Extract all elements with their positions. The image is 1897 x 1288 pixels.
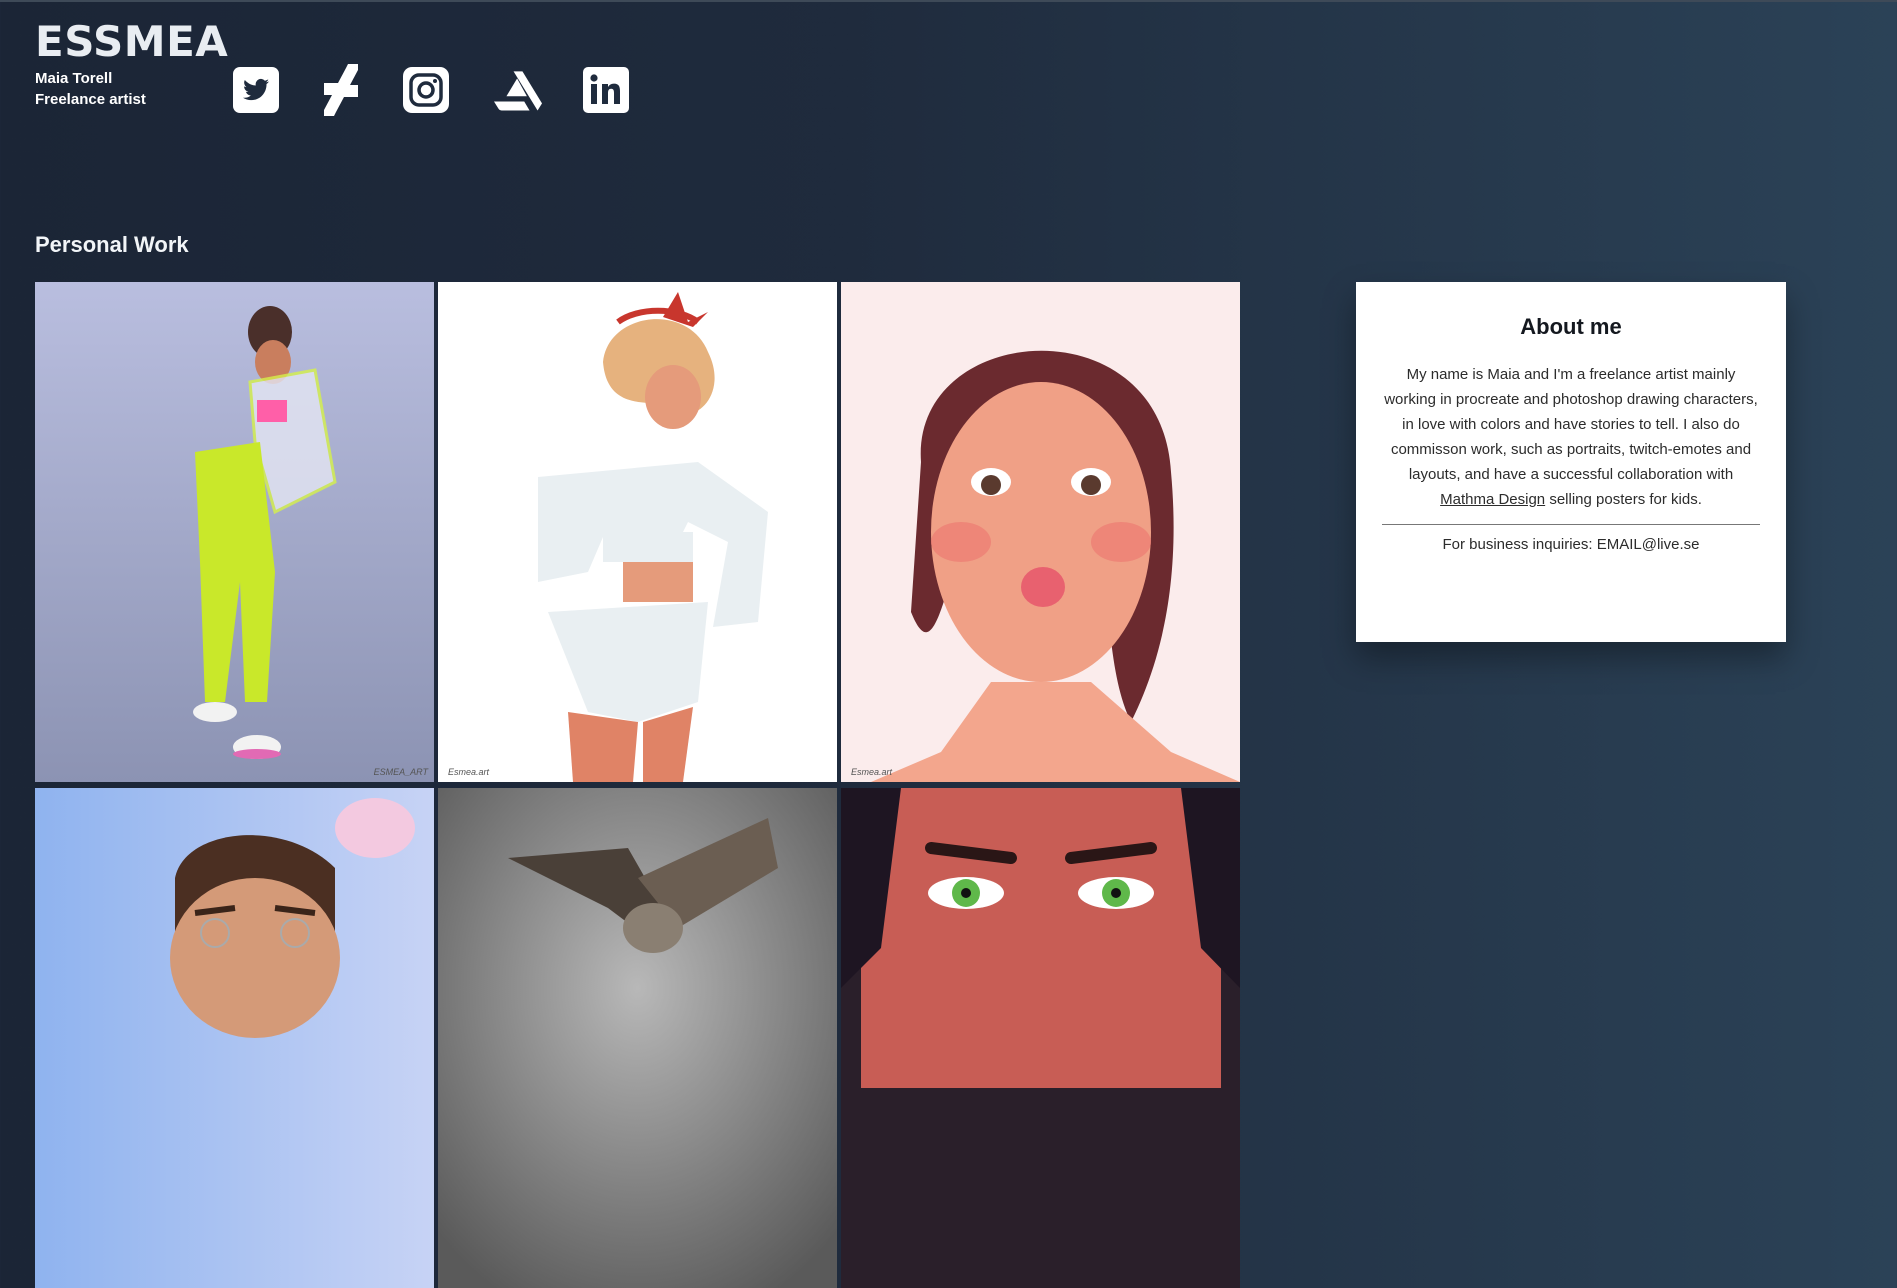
brand: ESSMEA Maia Torell Freelance artist xyxy=(35,16,228,110)
site-logo[interactable]: ESSMEA xyxy=(35,16,228,68)
artwork-image xyxy=(35,282,434,782)
artwork-tile[interactable]: Esmea.art xyxy=(841,282,1240,782)
about-card: About me My name is Maia and I'm a freel… xyxy=(1356,282,1786,642)
about-text-start: My name is Maia and I'm a freelance arti… xyxy=(1384,366,1758,483)
about-text-end: selling posters for kids. xyxy=(1545,491,1702,508)
section-title: Personal Work xyxy=(35,232,189,257)
mathma-design-link[interactable]: Mathma Design xyxy=(1440,491,1545,508)
artwork-tile[interactable]: ESMEA_ART xyxy=(35,282,434,782)
artwork-image xyxy=(841,282,1240,782)
artwork-tile[interactable] xyxy=(35,788,434,1288)
watermark: ESMEA_ART xyxy=(373,767,428,777)
business-inquiries: For business inquiries: EMAIL@live.se xyxy=(1442,536,1700,553)
about-text: My name is Maia and I'm a freelance arti… xyxy=(1382,362,1760,512)
instagram-icon[interactable] xyxy=(402,66,450,114)
about-title: About me xyxy=(1520,314,1622,339)
artwork-tile[interactable]: Esmea.art xyxy=(438,282,837,782)
artist-name: Maia Torell xyxy=(35,70,113,87)
watermark: Esmea.art xyxy=(851,767,893,777)
artist-role: Freelance artist xyxy=(35,91,146,108)
twitter-icon[interactable] xyxy=(232,66,280,114)
artwork-image xyxy=(35,788,434,1288)
artwork-tile[interactable] xyxy=(841,788,1240,1288)
artstation-icon[interactable] xyxy=(494,66,542,114)
linkedin-icon[interactable] xyxy=(582,66,630,114)
gallery-grid: ESMEA_ART Esmea.art Esmea.art xyxy=(35,282,1241,1288)
watermark: Esmea.art xyxy=(448,767,490,777)
artwork-image xyxy=(438,788,837,1288)
artwork-image xyxy=(841,788,1240,1288)
artwork-tile[interactable] xyxy=(438,788,837,1288)
social-links xyxy=(232,64,630,116)
deviantart-icon[interactable] xyxy=(316,64,364,116)
artwork-image xyxy=(438,282,837,782)
top-border xyxy=(0,0,1897,2)
divider xyxy=(1382,524,1760,525)
